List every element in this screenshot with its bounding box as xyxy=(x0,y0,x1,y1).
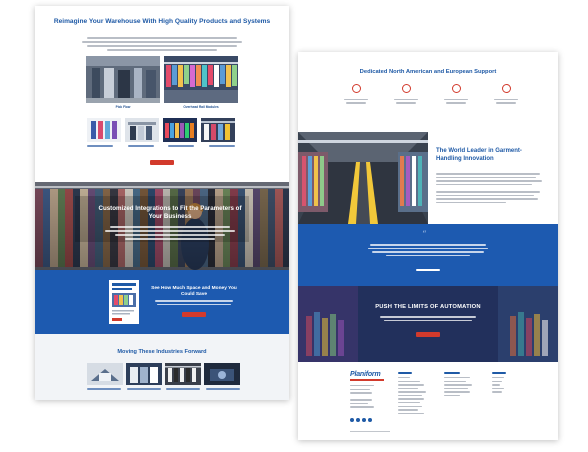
automation-background xyxy=(298,286,558,362)
feature-1 xyxy=(336,84,376,104)
learn-more-button[interactable] xyxy=(150,160,174,165)
footer-col-title-1 xyxy=(398,372,412,374)
feature-2 xyxy=(386,84,426,104)
support-heading: Dedicated North American and European Su… xyxy=(359,69,497,75)
leader-paragraph xyxy=(436,173,546,203)
space-savings-band: See How Much Space and Money You Could S… xyxy=(35,270,289,334)
youtube-icon[interactable] xyxy=(368,418,372,422)
automation-band: PUSH THE LIMITS OF AUTOMATION xyxy=(298,286,558,362)
industry-photo-3[interactable] xyxy=(165,363,201,385)
quote-icon: “ xyxy=(422,230,427,240)
product-photo-1[interactable] xyxy=(87,118,121,142)
footer-links-3[interactable] xyxy=(492,377,504,393)
facebook-icon[interactable] xyxy=(350,418,354,422)
space-savings-paragraph xyxy=(153,300,235,305)
product-caption-lines xyxy=(87,145,235,147)
testimonial-band: “ xyxy=(298,224,558,286)
integrations-paragraph xyxy=(97,226,243,240)
intro-paragraph xyxy=(35,37,289,51)
product-photo-4[interactable] xyxy=(201,118,235,142)
industry-photo-2[interactable] xyxy=(126,363,162,385)
industry-photo-4[interactable] xyxy=(204,363,240,385)
testimonial-author xyxy=(416,269,440,271)
guide-cover[interactable] xyxy=(109,280,139,324)
site-footer: Planiform xyxy=(298,362,558,440)
warehouse-corridor-photo xyxy=(298,132,428,224)
footer-address xyxy=(350,385,374,408)
feature-4 xyxy=(486,84,526,104)
footer-col-title-3 xyxy=(492,372,506,374)
support-icon xyxy=(351,84,361,93)
landing-page-preview-right: Dedicated North American and European Su… xyxy=(298,52,558,440)
overhead-rail-caption: Overhead Rail Modules xyxy=(183,105,219,109)
automation-paragraph xyxy=(378,316,478,321)
feature-3 xyxy=(436,84,476,104)
planiform-logo[interactable]: Planiform xyxy=(350,371,381,378)
footer-col-title-2 xyxy=(444,372,460,374)
space-savings-heading: See How Much Space and Money You Could S… xyxy=(151,286,237,297)
customized-integrations-hero: Customized Integrations to Fit the Param… xyxy=(35,182,289,270)
industry-caption-lines xyxy=(87,388,240,390)
industries-section: Moving These Industries Forward xyxy=(35,334,289,400)
landing-page-preview-left: Reimagine Your Warehouse With High Quali… xyxy=(35,6,289,400)
page-heading: Reimagine Your Warehouse With High Quali… xyxy=(53,18,271,25)
pick-flow-caption: Pick Flow xyxy=(115,105,131,109)
integrations-heading: Customized Integrations to Fit the Param… xyxy=(98,205,242,220)
testimonial-text xyxy=(368,244,488,256)
automation-heading: PUSH THE LIMITS OF AUTOMATION xyxy=(375,304,481,310)
download-guide-button[interactable] xyxy=(182,312,206,317)
leader-heading: The World Leader in Garment-Handling Inn… xyxy=(436,148,522,162)
warehouse-icon xyxy=(401,84,411,93)
pick-flow-photo[interactable] xyxy=(86,56,160,103)
gear-icon xyxy=(451,84,461,93)
social-links xyxy=(350,418,372,422)
automation-cta-button[interactable] xyxy=(416,332,440,337)
industries-heading: Moving These Industries Forward xyxy=(117,349,207,355)
globe-icon xyxy=(501,84,511,93)
logo-underline xyxy=(350,379,384,381)
footer-links-2[interactable] xyxy=(444,377,472,397)
overhead-rail-photo[interactable] xyxy=(164,56,238,103)
footer-links-1[interactable] xyxy=(398,377,426,415)
industry-photo-1[interactable] xyxy=(87,363,123,385)
linkedin-icon[interactable] xyxy=(362,418,366,422)
twitter-icon[interactable] xyxy=(356,418,360,422)
copyright-line xyxy=(350,431,390,433)
product-photo-2[interactable] xyxy=(125,118,159,142)
mockup-canvas: Reimagine Your Warehouse With High Quali… xyxy=(0,0,588,452)
product-photo-3[interactable] xyxy=(163,118,197,142)
